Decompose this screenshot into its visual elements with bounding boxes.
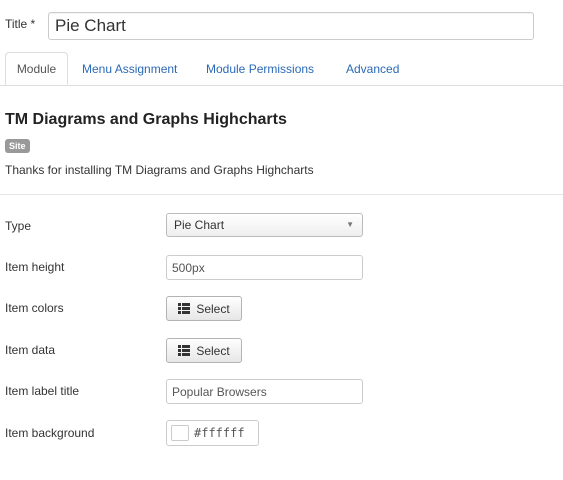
item-background-value: #ffffff [194, 426, 245, 440]
site-badge: Site [5, 139, 30, 153]
item-data-button-label: Select [196, 343, 230, 358]
item-colors-button-label: Select [196, 301, 230, 316]
tab-menu-assignment[interactable]: Menu Assignment [82, 52, 177, 86]
item-data-select-button[interactable]: Select [166, 338, 242, 363]
tab-divider [0, 85, 563, 86]
item-colors-label: Item colors [5, 301, 64, 315]
title-input[interactable] [48, 12, 534, 40]
color-swatch[interactable] [171, 425, 189, 441]
tab-advanced[interactable]: Advanced [346, 52, 399, 86]
item-height-input[interactable] [166, 255, 363, 280]
module-description: Thanks for installing TM Diagrams and Gr… [5, 163, 314, 177]
tab-bar: Module Menu Assignment Module Permission… [0, 52, 563, 86]
item-height-label: Item height [5, 260, 65, 274]
list-icon [178, 345, 191, 356]
list-icon [178, 303, 191, 314]
item-background-label: Item background [5, 426, 95, 440]
type-label: Type [5, 219, 32, 233]
item-background-color-picker[interactable]: #ffffff [166, 420, 259, 446]
tab-module[interactable]: Module [5, 52, 68, 85]
type-select-value: Pie Chart [174, 218, 225, 232]
module-title: TM Diagrams and Graphs Highcharts [5, 111, 287, 128]
item-data-label: Item data [5, 343, 56, 357]
title-label: Title * [5, 17, 36, 31]
item-label-title-label: Item label title [5, 384, 80, 398]
item-colors-select-button[interactable]: Select [166, 296, 242, 321]
item-label-title-input[interactable] [166, 379, 363, 404]
type-select[interactable]: Pie Chart ▼ [166, 213, 363, 237]
tab-module-permissions[interactable]: Module Permissions [206, 52, 314, 86]
chevron-down-icon: ▼ [346, 220, 354, 229]
section-divider [0, 194, 563, 195]
